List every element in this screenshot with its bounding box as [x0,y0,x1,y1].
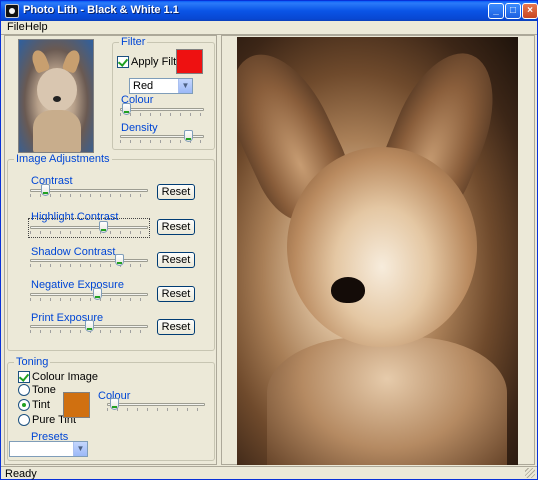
contrast-reset-button[interactable]: Reset [157,184,195,200]
filter-colour-slider[interactable] [120,102,204,118]
preview-thumbnail [18,39,94,153]
tone-label: Tone [32,384,56,396]
menu-file[interactable]: File [7,21,25,33]
shadow-contrast-slider[interactable] [30,253,148,269]
app-icon [5,4,19,18]
minimize-button[interactable]: _ [488,3,504,19]
slider-thumb[interactable] [115,254,124,266]
filter-density-slider[interactable] [120,129,204,145]
apply-filter-checkbox[interactable] [117,56,129,68]
toning-colour-slider[interactable] [107,397,205,413]
slider-thumb[interactable] [85,320,94,332]
image-adjustments-legend: Image Adjustments [14,153,112,165]
colour-image-label: Colour Image [32,371,99,383]
status-bar: Ready [1,466,537,480]
negative-exposure-slider[interactable] [30,287,148,303]
window-title: Photo Lith - Black & White 1.1 [23,4,179,16]
colour-image-checkbox[interactable] [18,371,30,383]
main-photo [237,37,518,465]
toning-color-swatch[interactable] [63,392,90,418]
app-window: Photo Lith - Black & White 1.1 _ □ × Fil… [0,0,538,480]
resize-grip[interactable] [525,468,535,478]
filter-legend: Filter [119,36,148,48]
slider-thumb[interactable] [184,130,193,142]
tone-radio[interactable] [18,384,30,396]
close-button[interactable]: × [522,3,538,19]
print-exposure-slider[interactable] [30,319,148,335]
filter-select-value: Red [133,80,154,92]
print-exposure-reset-button[interactable]: Reset [157,319,195,335]
slider-thumb[interactable] [41,184,50,196]
menu-bar: File Help [1,21,537,34]
slider-thumb[interactable] [93,288,102,300]
toning-legend: Toning [14,356,51,368]
highlight-contrast-slider[interactable] [28,218,150,238]
presets-select[interactable]: ▼ [9,441,88,457]
status-text: Ready [5,468,37,480]
title-bar[interactable]: Photo Lith - Black & White 1.1 _ □ × [1,1,538,21]
filter-color-swatch[interactable] [176,49,203,74]
tint-radio[interactable] [18,399,30,411]
slider-thumb[interactable] [110,398,119,410]
negative-exposure-reset-button[interactable]: Reset [157,286,195,302]
shadow-contrast-reset-button[interactable]: Reset [157,252,195,268]
contrast-slider[interactable] [30,183,148,199]
slider-thumb[interactable] [122,103,131,115]
highlight-contrast-reset-button[interactable]: Reset [157,219,195,235]
tint-label: Tint [32,399,50,411]
chevron-down-icon[interactable]: ▼ [73,442,87,456]
slider-thumb[interactable] [99,221,108,233]
menu-help[interactable]: Help [25,21,48,33]
maximize-button[interactable]: □ [505,3,521,19]
chevron-down-icon[interactable]: ▼ [178,79,192,93]
filter-color-select[interactable]: Red ▼ [129,78,193,94]
pure-tint-radio[interactable] [18,414,30,426]
